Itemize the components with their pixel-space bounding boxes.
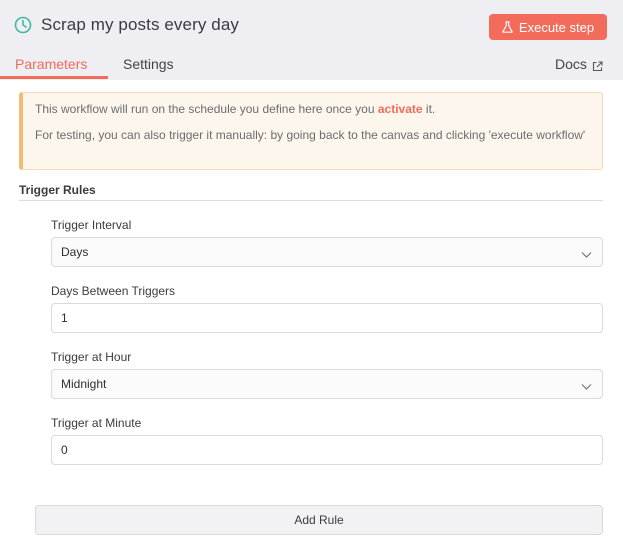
trigger-hour-label: Trigger at Hour — [51, 350, 132, 364]
flask-icon — [502, 21, 513, 33]
docs-label: Docs — [555, 56, 587, 72]
node-header: Scrap my posts every day Execute step Pa… — [0, 0, 623, 80]
clock-icon — [14, 16, 32, 34]
title-row: Scrap my posts every day — [14, 15, 239, 35]
trigger-minute-input[interactable]: 0 — [51, 435, 603, 465]
chevron-down-icon — [581, 248, 592, 258]
trigger-hour-select[interactable]: Midnight — [51, 369, 603, 399]
activation-notice: This workflow will run on the schedule y… — [19, 92, 603, 170]
trigger-interval-select[interactable]: Days — [51, 237, 603, 267]
trigger-interval-label: Trigger Interval — [51, 218, 132, 232]
active-tab-indicator — [0, 76, 108, 79]
add-rule-button[interactable]: Add Rule — [35, 505, 603, 535]
notice-line-1: This workflow will run on the schedule y… — [35, 101, 590, 117]
trigger-interval-value: Days — [61, 245, 89, 259]
execute-step-label: Execute step — [518, 19, 595, 35]
trigger-rules-heading: Trigger Rules — [19, 183, 603, 201]
docs-link[interactable]: Docs — [555, 56, 603, 72]
chevron-down-icon — [581, 380, 592, 390]
trigger-minute-label: Trigger at Minute — [51, 416, 142, 430]
notice-text-before: This workflow will run on the schedule y… — [35, 102, 378, 116]
notice-text-after: it. — [422, 102, 436, 116]
execute-step-button[interactable]: Execute step — [489, 14, 607, 40]
tab-settings[interactable]: Settings — [123, 56, 174, 72]
days-between-triggers-value: 1 — [61, 311, 68, 325]
trigger-minute-value: 0 — [61, 443, 68, 457]
notice-line-2: For testing, you can also trigger it man… — [35, 128, 586, 142]
activate-link[interactable]: activate — [378, 102, 423, 116]
node-title[interactable]: Scrap my posts every day — [41, 15, 239, 35]
external-link-icon — [592, 59, 603, 71]
add-rule-label: Add Rule — [294, 513, 344, 527]
tab-parameters[interactable]: Parameters — [15, 56, 87, 72]
days-between-triggers-input[interactable]: 1 — [51, 303, 603, 333]
days-between-triggers-label: Days Between Triggers — [51, 284, 176, 298]
trigger-hour-value: Midnight — [61, 377, 107, 391]
